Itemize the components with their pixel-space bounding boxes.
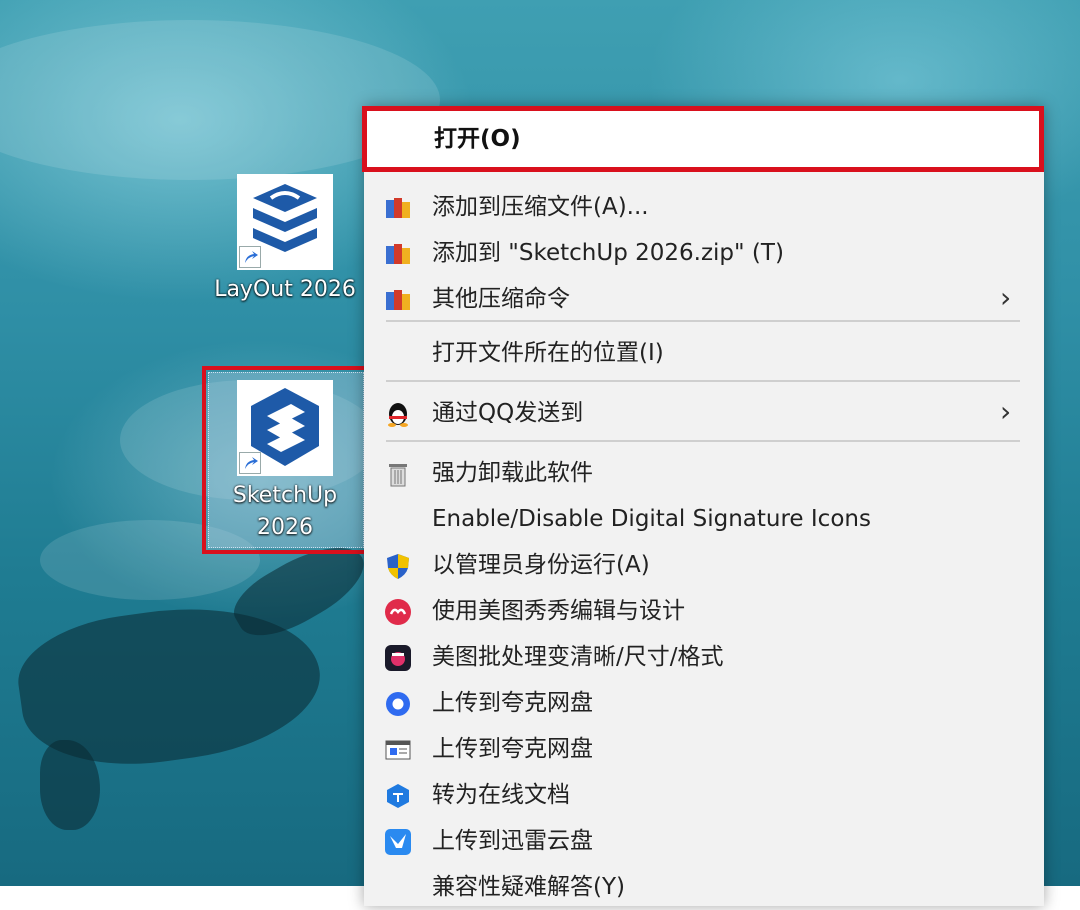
menu-item-thunder-upload[interactable]: 上传到迅雷云盘 bbox=[364, 818, 1044, 864]
desktop-icon-label: LayOut 2026 bbox=[214, 277, 356, 302]
submenu-arrow-icon: › bbox=[1000, 395, 1012, 428]
menu-item-other-compress[interactable]: 其他压缩命令 › bbox=[364, 276, 1044, 322]
menu-item-digital-signature[interactable]: Enable/Disable Digital Signature Icons bbox=[364, 496, 1044, 542]
uac-shield-icon bbox=[384, 552, 412, 580]
menu-separator bbox=[386, 320, 1020, 322]
shortcut-arrow-icon bbox=[239, 246, 261, 268]
menu-item-open-location[interactable]: 打开文件所在的位置(I) bbox=[364, 330, 1044, 376]
menu-item-run-as-admin[interactable]: 以管理员身份运行(A) bbox=[364, 542, 1044, 588]
menu-item-open-label: 打开(O) bbox=[434, 126, 521, 152]
archive-books-icon bbox=[384, 240, 412, 268]
qq-penguin-icon bbox=[384, 400, 412, 428]
menu-item-meitu-batch[interactable]: 美图批处理变清晰/尺寸/格式 bbox=[364, 634, 1044, 680]
menu-item-quark-upload[interactable]: 上传到夸克网盘 bbox=[364, 680, 1044, 726]
trash-bin-icon bbox=[384, 460, 412, 488]
meitu-icon bbox=[384, 598, 412, 626]
menu-item-compat-troubleshoot[interactable]: 兼容性疑难解答(Y) bbox=[364, 864, 1044, 910]
menu-item-open[interactable]: 打开(O) bbox=[362, 106, 1044, 172]
menu-item-uninstall[interactable]: 强力卸载此软件 bbox=[364, 450, 1044, 496]
menu-item-add-to-zip[interactable]: 添加到 "SketchUp 2026.zip" (T) bbox=[364, 230, 1044, 276]
menu-item-send-qq[interactable]: 通过QQ发送到 › bbox=[364, 390, 1044, 436]
desktop-icon-layout[interactable]: LayOut 2026 bbox=[210, 174, 360, 306]
archive-books-icon bbox=[384, 194, 412, 222]
quark-icon bbox=[384, 690, 412, 718]
online-doc-icon bbox=[384, 782, 412, 810]
menu-item-meitu-edit[interactable]: 使用美图秀秀编辑与设计 bbox=[364, 588, 1044, 634]
annotation-box-icon bbox=[202, 366, 370, 554]
menu-item-add-archive[interactable]: 添加到压缩文件(A)... bbox=[364, 184, 1044, 230]
context-menu: 添加到压缩文件(A)... 添加到 "SketchUp 2026.zip" (T… bbox=[364, 106, 1044, 906]
meitu-batch-icon bbox=[384, 644, 412, 672]
menu-separator bbox=[386, 380, 1020, 382]
layout-app-icon bbox=[237, 174, 333, 270]
menu-separator bbox=[386, 440, 1020, 442]
menu-item-quark-upload-2[interactable]: 上传到夸克网盘 bbox=[364, 726, 1044, 772]
quark-window-icon bbox=[384, 736, 412, 764]
archive-books-icon bbox=[384, 286, 412, 314]
menu-item-online-doc[interactable]: 转为在线文档 bbox=[364, 772, 1044, 818]
thunder-bird-icon bbox=[384, 828, 412, 856]
submenu-arrow-icon: › bbox=[1000, 281, 1012, 314]
